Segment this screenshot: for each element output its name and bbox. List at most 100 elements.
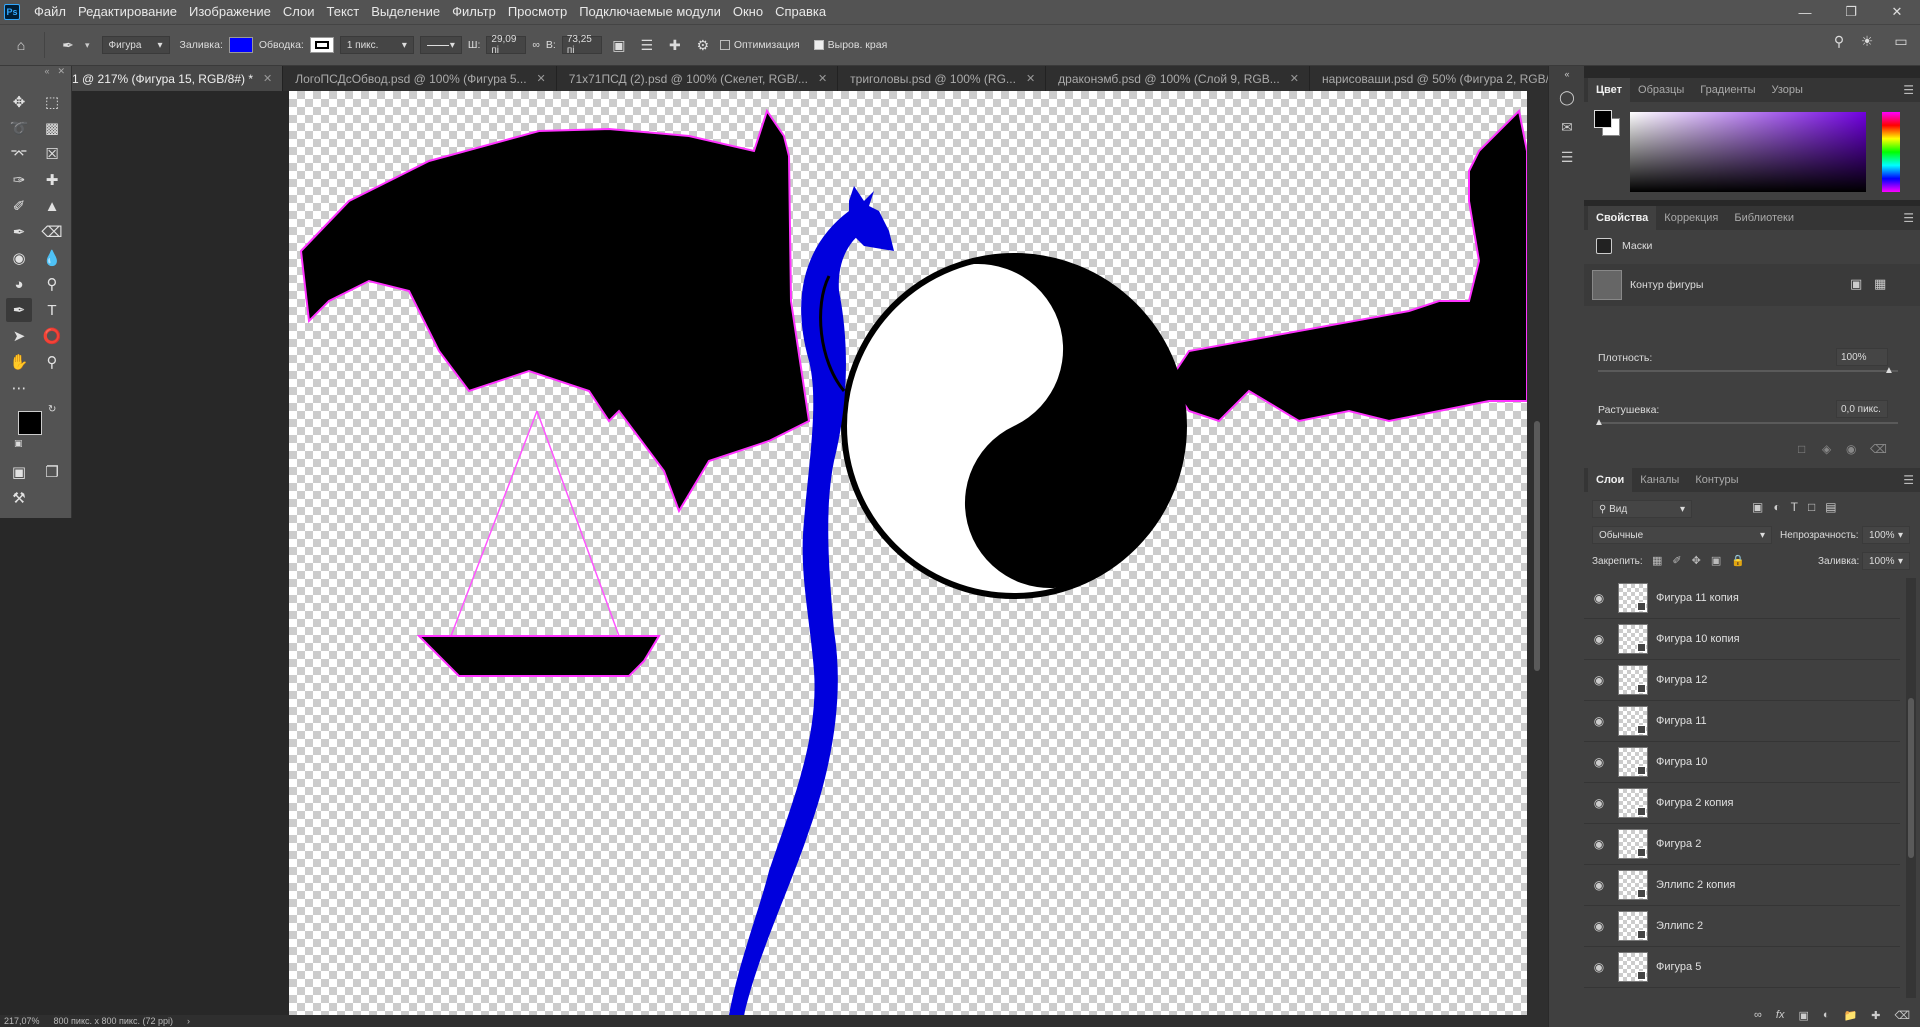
- tab-channels[interactable]: Каналы: [1632, 468, 1687, 492]
- layer-row[interactable]: ◉ Эллипс 2 копия: [1584, 865, 1900, 906]
- document-canvas[interactable]: [289, 91, 1527, 1015]
- status-chevron-icon[interactable]: ›: [187, 1016, 190, 1026]
- visibility-eye-icon[interactable]: ◉: [1584, 714, 1614, 728]
- menu-help[interactable]: Справка: [769, 0, 832, 24]
- density-input[interactable]: 100%: [1836, 348, 1888, 366]
- align-edges-checkbox[interactable]: Выров. края: [813, 39, 887, 51]
- tab-patterns[interactable]: Узоры: [1764, 78, 1811, 102]
- chevron-down-icon[interactable]: ▾: [85, 40, 90, 51]
- menu-plugins[interactable]: Подключаемые модули: [573, 0, 727, 24]
- link-icon[interactable]: ∞: [532, 39, 540, 51]
- default-colors-icon[interactable]: ▣: [14, 438, 23, 449]
- expand-icon[interactable]: «: [1549, 66, 1585, 82]
- restore-icon[interactable]: ❐: [1828, 0, 1874, 24]
- path-alignment-icon[interactable]: ☰: [636, 37, 658, 54]
- menu-file[interactable]: Файл: [28, 0, 72, 24]
- height-input[interactable]: 73,25 пі: [561, 34, 602, 56]
- tab-adjustments[interactable]: Коррекция: [1656, 206, 1726, 230]
- healing-brush-tool-icon[interactable]: ✚: [39, 168, 65, 192]
- visibility-eye-icon[interactable]: ◉: [1584, 919, 1614, 933]
- search-icon[interactable]: ⚲: [1828, 33, 1850, 50]
- minimize-icon[interactable]: —: [1782, 0, 1828, 24]
- layer-row[interactable]: ◉ Фигура 2 копия: [1584, 783, 1900, 824]
- zoom-tool-icon[interactable]: ⚲: [39, 350, 65, 374]
- history-icon[interactable]: ◯: [1549, 82, 1585, 112]
- panel-menu-icon[interactable]: ☰: [1903, 473, 1914, 487]
- adjustment-layer-icon[interactable]: ◐: [1823, 1009, 1830, 1021]
- more-tools-icon[interactable]: ⋯: [6, 376, 32, 400]
- visibility-eye-icon[interactable]: ◉: [1584, 755, 1614, 769]
- hue-slider[interactable]: [1882, 112, 1900, 192]
- adjustments-icon[interactable]: ☰: [1549, 142, 1585, 172]
- layer-row[interactable]: ◉ Фигура 11 копия: [1584, 578, 1900, 619]
- screen-mode-icon[interactable]: ❐: [39, 460, 65, 484]
- pen-tool-preset-icon[interactable]: ✒: [57, 37, 79, 54]
- path-select-tool-icon[interactable]: ➤: [6, 324, 32, 348]
- zoom-level[interactable]: 217,07%: [4, 1016, 40, 1026]
- close-tab-icon[interactable]: ✕: [1026, 72, 1035, 85]
- object-select-tool-icon[interactable]: ▩: [39, 116, 65, 140]
- menu-filter[interactable]: Фильтр: [446, 0, 502, 24]
- smart-object-filter-icon[interactable]: ▤: [1825, 500, 1836, 514]
- clone-stamp-tool-icon[interactable]: ▲: [39, 194, 65, 218]
- move-tool-icon[interactable]: ✥: [6, 90, 32, 114]
- tab-color[interactable]: Цвет: [1588, 78, 1631, 102]
- visibility-eye-icon[interactable]: ◉: [1584, 960, 1614, 974]
- add-mask-icon[interactable]: ▣: [1850, 276, 1862, 292]
- panel-menu-icon[interactable]: ☰: [1903, 83, 1914, 97]
- tab-doc-2[interactable]: ЛогоПСДсОбвод.psd @ 100% (Фигура 5... ✕: [283, 66, 557, 91]
- view-previous-icon[interactable]: ◈: [1822, 442, 1831, 456]
- menu-select[interactable]: Выделение: [365, 0, 446, 24]
- lock-position-icon[interactable]: ✥: [1692, 554, 1701, 567]
- layer-row[interactable]: ◉ Фигура 10 копия: [1584, 619, 1900, 660]
- type-filter-icon[interactable]: T: [1791, 500, 1798, 514]
- tool-mode-select[interactable]: Фигура ▾: [101, 36, 170, 54]
- opacity-input[interactable]: 100% ▾: [1862, 526, 1910, 544]
- layer-row[interactable]: ◉ Фигура 10: [1584, 742, 1900, 783]
- lock-all-icon[interactable]: 🔒: [1731, 554, 1745, 567]
- home-icon[interactable]: ⌂: [10, 37, 32, 53]
- density-slider-handle[interactable]: ▲: [1884, 365, 1894, 376]
- artwork[interactable]: [289, 91, 1527, 1015]
- visibility-eye-icon[interactable]: ◉: [1584, 632, 1614, 646]
- visibility-eye-icon[interactable]: ◉: [1584, 591, 1614, 605]
- fill-input[interactable]: 100% ▾: [1862, 552, 1910, 570]
- crop-tool-icon[interactable]: ⌤: [6, 142, 32, 166]
- eraser-tool-icon[interactable]: ⌫: [39, 220, 65, 244]
- lasso-tool-icon[interactable]: ➰: [6, 116, 32, 140]
- adjustment-filter-icon[interactable]: ◐: [1773, 500, 1780, 514]
- scrollbar-thumb[interactable]: [1534, 421, 1540, 671]
- link-layers-icon[interactable]: ∞: [1754, 1009, 1762, 1021]
- collapse-icon[interactable]: «: [44, 66, 49, 78]
- visibility-icon[interactable]: ◉: [1846, 442, 1856, 456]
- layer-style-icon[interactable]: fx: [1776, 1009, 1785, 1021]
- density-slider[interactable]: [1598, 370, 1898, 372]
- blur-tool-icon[interactable]: 💧: [39, 246, 65, 270]
- visibility-eye-icon[interactable]: ◉: [1584, 837, 1614, 851]
- visibility-eye-icon[interactable]: ◉: [1584, 878, 1614, 892]
- tab-doc-4[interactable]: триголовы.psd @ 100% (RG... ✕: [838, 66, 1047, 91]
- canvas-area[interactable]: [72, 91, 1548, 1015]
- layer-row[interactable]: ◉ Фигура 11: [1584, 701, 1900, 742]
- layers-scrollbar[interactable]: [1906, 578, 1916, 998]
- color-picker-field[interactable]: [1630, 112, 1866, 192]
- lock-pixels-icon[interactable]: ✐: [1672, 554, 1681, 567]
- quick-mask-icon[interactable]: ▣: [6, 460, 32, 484]
- shape-filter-icon[interactable]: □: [1808, 500, 1815, 514]
- tab-libraries[interactable]: Библиотеки: [1726, 206, 1802, 230]
- image-filter-icon[interactable]: ▣: [1752, 500, 1763, 514]
- delete-icon[interactable]: ⌫: [1870, 442, 1887, 456]
- visibility-eye-icon[interactable]: ◉: [1584, 673, 1614, 687]
- layer-row[interactable]: ◉ Фигура 5: [1584, 947, 1900, 988]
- sponge-tool-icon[interactable]: ⚲: [39, 272, 65, 296]
- visibility-eye-icon[interactable]: ◉: [1584, 796, 1614, 810]
- close-icon[interactable]: ✕: [1874, 0, 1920, 24]
- layer-row[interactable]: ◉ Эллипс 2: [1584, 906, 1900, 947]
- stroke-color-swatch[interactable]: [309, 37, 334, 53]
- menu-type[interactable]: Текст: [321, 0, 366, 24]
- history-brush-tool-icon[interactable]: ✒: [6, 220, 32, 244]
- menu-view[interactable]: Просмотр: [502, 0, 573, 24]
- foreground-swatch[interactable]: [1594, 110, 1612, 128]
- close-panel-icon[interactable]: ✕: [57, 66, 65, 78]
- fill-color-swatch[interactable]: [228, 37, 253, 53]
